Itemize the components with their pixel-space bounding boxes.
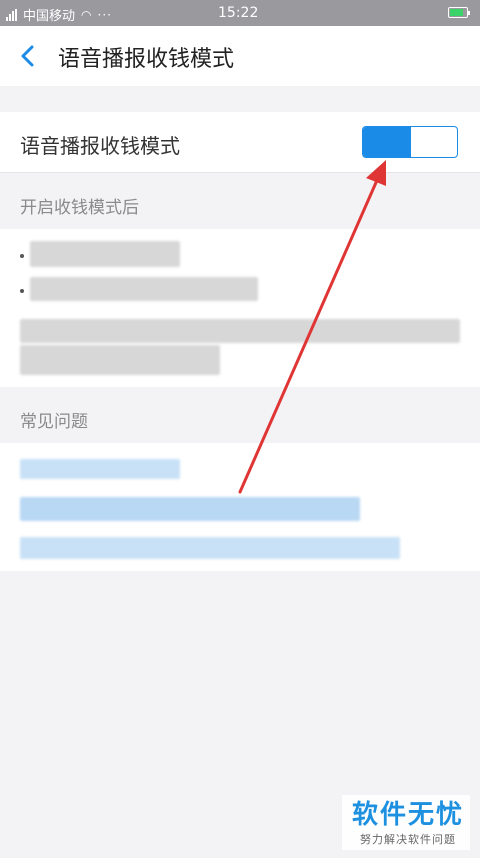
carrier-name: 中国移动 bbox=[23, 9, 76, 24]
signal-icon bbox=[6, 8, 17, 21]
faq-link[interactable] bbox=[20, 497, 360, 521]
mode-info-card bbox=[0, 229, 480, 387]
more-dots: ··· bbox=[97, 7, 112, 22]
back-icon[interactable] bbox=[18, 42, 40, 70]
watermark-title: 软件无忧 bbox=[351, 800, 464, 830]
faq-header-text: 常见问题 bbox=[20, 412, 88, 432]
status-bar: 中国移动 ◠ ··· 15:22 bbox=[0, 0, 480, 26]
voice-broadcast-row: 语音播报收钱模式 bbox=[0, 112, 480, 173]
voice-broadcast-label: 语音播报收钱模式 bbox=[20, 134, 180, 158]
battery-icon bbox=[448, 7, 470, 18]
toggle-on-indicator bbox=[363, 127, 411, 157]
voice-broadcast-toggle[interactable] bbox=[362, 126, 458, 158]
wifi-icon: ◠ bbox=[81, 7, 92, 22]
mode-info-header-text: 开启收钱模式后 bbox=[20, 198, 139, 218]
faq-section-header: 常见问题 bbox=[0, 387, 480, 443]
watermark-subtitle: 努力解决软件问题 bbox=[359, 833, 456, 846]
blurred-text bbox=[20, 319, 460, 343]
blurred-text bbox=[30, 277, 258, 301]
nav-bar: 语音播报收钱模式 bbox=[0, 26, 480, 86]
blurred-text bbox=[30, 241, 180, 267]
faq-card bbox=[0, 443, 480, 571]
faq-link[interactable] bbox=[20, 459, 180, 479]
status-left: 中国移动 ◠ ··· bbox=[6, 5, 112, 24]
blurred-text bbox=[20, 345, 220, 375]
status-time: 15:22 bbox=[218, 5, 259, 21]
bullet bbox=[20, 254, 24, 258]
faq-link[interactable] bbox=[20, 537, 400, 559]
mode-info-section-header: 开启收钱模式后 bbox=[0, 173, 480, 229]
bullet bbox=[20, 289, 24, 293]
watermark-logo: 软件无忧 努力解决软件问题 bbox=[341, 795, 470, 850]
page-title: 语音播报收钱模式 bbox=[58, 47, 235, 72]
